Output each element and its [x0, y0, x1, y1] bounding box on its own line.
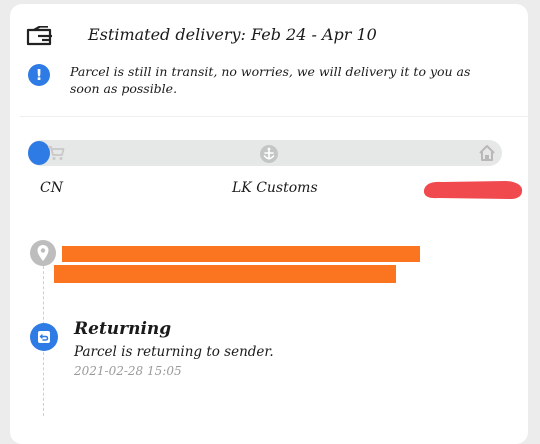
cart-icon [48, 146, 65, 160]
return-icon [30, 323, 58, 351]
redacted-location-line-2 [54, 265, 396, 283]
redacted-location-line-1 [62, 246, 420, 262]
delivery-truck-icon [26, 26, 52, 46]
location-pin-icon [30, 240, 56, 266]
event-timestamp: 2021-02-28 15:05 [74, 364, 182, 378]
customs-anchor-icon [260, 145, 278, 163]
home-icon [479, 145, 495, 161]
stage-label-customs: LK Customs [232, 180, 318, 196]
estimated-delivery: Estimated delivery: Feb 24 - Apr 10 [88, 25, 377, 44]
stage-label-origin: CN [40, 180, 63, 196]
event-description: Parcel is returning to sender. [74, 344, 274, 360]
event-title: Returning [74, 319, 172, 339]
redacted-destination-mark [423, 181, 523, 199]
transit-notice: Parcel is still in transit, no worries, … [70, 64, 471, 96]
info-icon: ! [28, 64, 50, 86]
divider [20, 116, 528, 117]
